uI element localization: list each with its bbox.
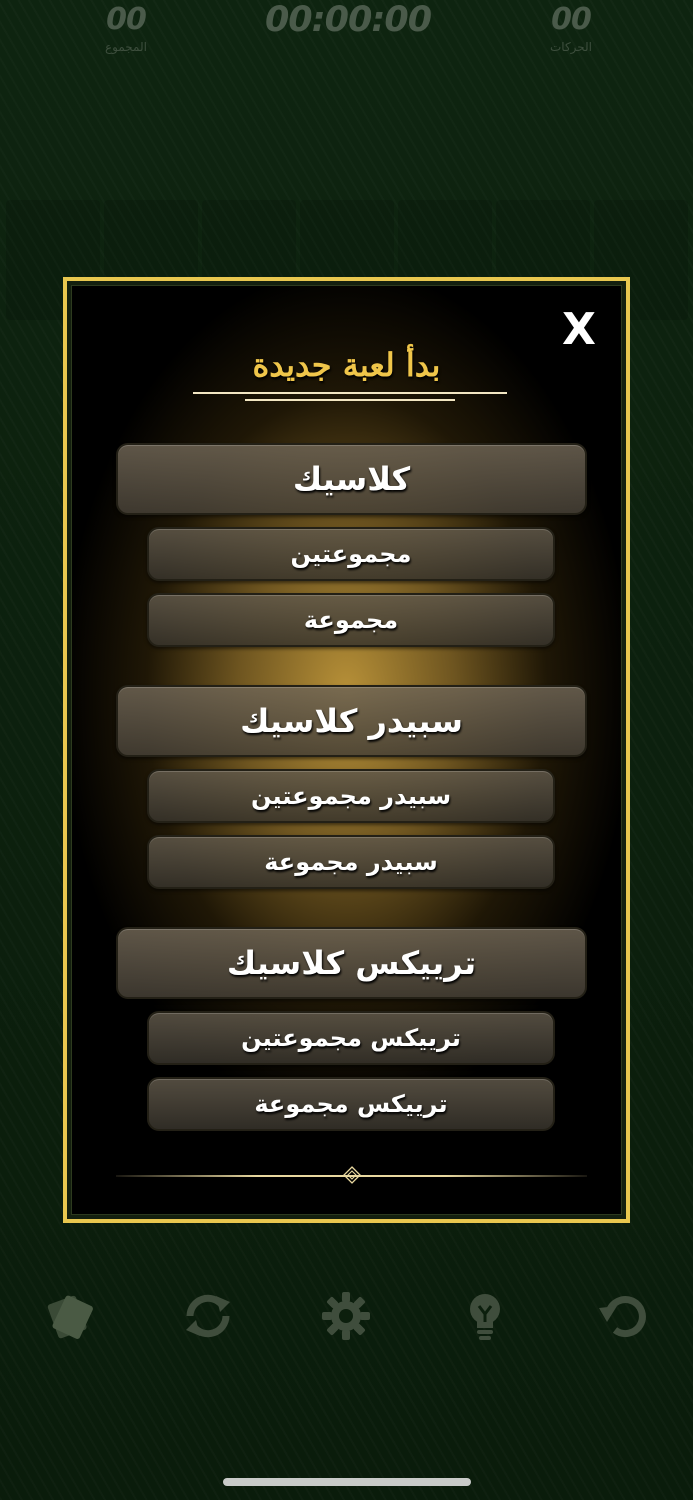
home-indicator [223, 1478, 471, 1486]
new-game-dialog: X بدأ لعبة جديدة كلاسيك مجموعتين مجموعة … [63, 277, 630, 1223]
dialog-panel: X بدأ لعبة جديدة كلاسيك مجموعتين مجموعة … [71, 285, 622, 1215]
undo-icon[interactable] [595, 1288, 651, 1344]
classic-button[interactable]: كلاسيك [116, 443, 587, 515]
total-label: المجموع [105, 40, 147, 54]
gear-icon[interactable] [318, 1288, 374, 1344]
classic-one-suit-button[interactable]: مجموعة [147, 593, 555, 647]
moves-stat: 00 الحركات [540, 2, 602, 54]
game-timer: 00:00:00 [264, 0, 432, 40]
diamond-ornament-icon [343, 1166, 361, 1184]
total-value: 00 [106, 2, 147, 37]
title-underline [193, 392, 507, 394]
total-stat: 00 المجموع [95, 2, 157, 54]
title-underline [245, 399, 455, 401]
tripeaks-one-suit-button[interactable]: ترييكس مجموعة [147, 1077, 555, 1131]
spider-two-suits-button[interactable]: سبيدر مجموعتين [147, 769, 555, 823]
moves-value: 00 [551, 2, 592, 37]
close-button[interactable]: X [559, 308, 599, 352]
spider-one-suit-button[interactable]: سبيدر مجموعة [147, 835, 555, 889]
cards-icon[interactable] [42, 1288, 98, 1344]
spider-classic-button[interactable]: سبيدر كلاسيك [116, 685, 587, 757]
lightbulb-icon[interactable] [457, 1288, 513, 1344]
dialog-title: بدأ لعبة جديدة [252, 346, 441, 384]
shuffle-icon[interactable] [180, 1288, 236, 1344]
tripeaks-classic-button[interactable]: ترييكس كلاسيك [116, 927, 587, 999]
moves-label: الحركات [549, 40, 593, 54]
classic-two-suits-button[interactable]: مجموعتين [147, 527, 555, 581]
tripeaks-two-suits-button[interactable]: ترييكس مجموعتين [147, 1011, 555, 1065]
